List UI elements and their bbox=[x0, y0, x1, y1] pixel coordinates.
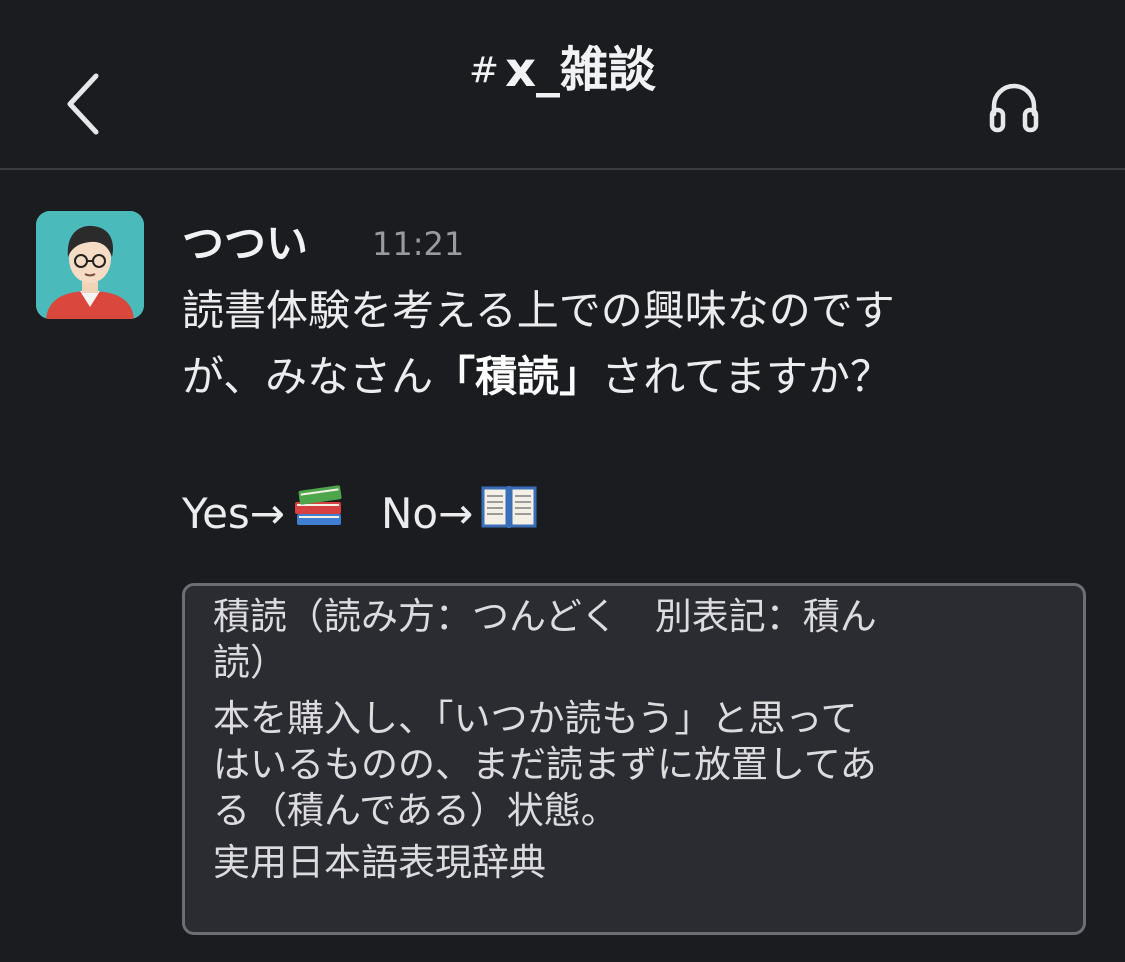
books-emoji-icon bbox=[291, 476, 347, 551]
message: つつい 11:21 読書体験を考える上での興味なのです が、みなさん「積読」され… bbox=[182, 210, 1082, 551]
headphones-icon bbox=[989, 83, 1039, 133]
open-book-emoji-icon bbox=[479, 476, 539, 551]
channel-hash: # bbox=[468, 50, 500, 91]
vote-line: Yes→ No→ bbox=[182, 476, 1082, 551]
author-name[interactable]: つつい bbox=[182, 210, 308, 271]
timestamp[interactable]: 11:21 bbox=[372, 225, 464, 263]
link-preview-card[interactable]: 積読（読み方：つんどく 別表記：積ん 読） 本を購入し、「いつか読もう」と思って… bbox=[182, 583, 1086, 935]
channel-title[interactable]: # x_雑談 bbox=[0, 30, 1125, 100]
preview-definition-line: 本を購入し、「いつか読もう」と思って bbox=[213, 697, 858, 740]
no-label: No→ bbox=[381, 488, 474, 538]
channel-name: x_雑談 bbox=[505, 42, 657, 98]
channel-header: # x_雑談 bbox=[0, 0, 1125, 170]
message-text: が、みなさん bbox=[182, 352, 434, 401]
preview-source: 実用日本語表現辞典 bbox=[213, 841, 546, 884]
yes-label: Yes→ bbox=[182, 488, 285, 538]
message-body: 読書体験を考える上での興味なのです が、みなさん「積読」されてますか？ Yes→… bbox=[182, 278, 1082, 551]
user-avatar-illustration bbox=[36, 211, 144, 319]
message-line: が、みなさん「積読」されてますか？ bbox=[182, 344, 1082, 410]
preview-heading-line: 読） bbox=[213, 641, 287, 684]
message-text: されてますか？ bbox=[601, 352, 892, 401]
avatar[interactable] bbox=[36, 211, 144, 319]
preview-heading-line: 積読（読み方：つんどく 別表記：積ん bbox=[213, 595, 877, 638]
huddle-button[interactable] bbox=[982, 74, 1046, 138]
message-line: 読書体験を考える上での興味なのです bbox=[182, 286, 895, 335]
preview-definition-line: はいるものの、まだ読まずに放置してあ bbox=[213, 743, 877, 786]
message-header: つつい 11:21 bbox=[182, 210, 1082, 270]
message-bold-text: 「積読」 bbox=[433, 352, 602, 401]
preview-definition-line: る（積んである）状態。 bbox=[213, 789, 618, 832]
